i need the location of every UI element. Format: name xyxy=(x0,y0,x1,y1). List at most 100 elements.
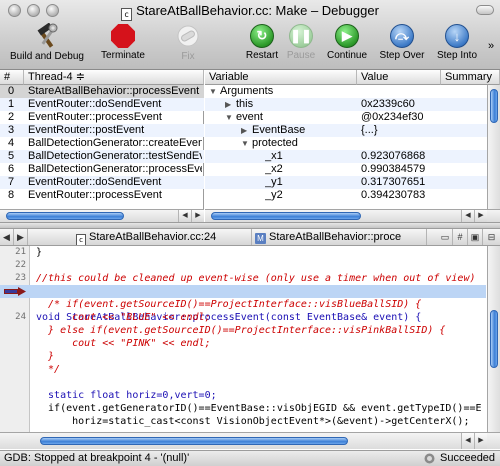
code-line: } else if(event.getSourceID()==ProjectIn… xyxy=(0,324,486,337)
scroll-left-arrow-icon[interactable]: ◀ xyxy=(461,433,474,449)
scroll-left-arrow-icon[interactable]: ◀ xyxy=(461,210,474,222)
summary-column-header[interactable]: Summary xyxy=(441,70,500,85)
build-and-debug-label: Build and Debug xyxy=(10,51,84,62)
frame-number: 1 xyxy=(8,98,15,110)
variables-vertical-scrollbar[interactable] xyxy=(487,85,500,209)
frame-number: 4 xyxy=(8,137,15,149)
code-comment: } else if(event.getSourceID()==ProjectIn… xyxy=(36,325,446,336)
terminate-label: Terminate xyxy=(101,50,145,61)
scroll-right-arrow-icon[interactable]: ▶ xyxy=(191,210,204,222)
scroll-thumb[interactable] xyxy=(490,310,498,368)
value-column-header[interactable]: Value xyxy=(357,70,441,85)
build-and-debug-button[interactable]: Build and Debug xyxy=(6,23,88,62)
restart-button[interactable]: ↻ Restart xyxy=(240,23,284,61)
variable-row[interactable]: ▼ protected xyxy=(205,137,487,150)
variable-name: _y2 xyxy=(265,189,283,201)
step-over-label: Step Over xyxy=(379,50,425,61)
stack-horizontal-scrollbar[interactable]: ◀ ▶ xyxy=(0,209,204,222)
step-into-button[interactable]: ↓ Step Into xyxy=(432,23,482,61)
stack-frame-row[interactable]: 6 BallDetectionGenerator::processEvent xyxy=(0,163,204,176)
scroll-thumb[interactable] xyxy=(211,212,361,220)
split-editor-icon[interactable]: ⊟ xyxy=(483,229,500,245)
step-over-icon: ⤼ xyxy=(390,24,414,48)
toolbar-overflow-icon[interactable]: » xyxy=(484,40,498,52)
function-popup[interactable]: M StareAtBallBehavior::proce xyxy=(253,229,427,245)
bookmarks-icon[interactable]: ▭ xyxy=(438,229,453,245)
build-result-text: Succeeded xyxy=(440,452,496,464)
c-file-icon: c xyxy=(121,8,133,21)
file-history-popup[interactable]: c StareAtBallBehavior.cc:24 xyxy=(74,229,252,245)
window-title-text: StareAtBallBehavior.cc: Make – Debugger xyxy=(136,3,379,18)
code-line: cout << "BLUE" << endl; xyxy=(0,311,486,324)
stack-frame-row[interactable]: 5 BallDetectionGenerator::testSendEvent xyxy=(0,150,204,163)
scroll-right-arrow-icon[interactable]: ▶ xyxy=(474,210,487,222)
disclosure-triangle-icon[interactable]: ▼ xyxy=(225,111,236,124)
variable-name: Arguments xyxy=(220,85,274,97)
variable-row[interactable]: ▶ this 0x2339c60 xyxy=(205,98,487,111)
title-bar: c StareAtBallBehavior.cc: Make – Debugger xyxy=(0,0,500,22)
stack-frame-row[interactable]: 7 EventRouter::doSendEvent xyxy=(0,176,204,189)
source-editor[interactable]: 21} 22 23 //this could be cleaned up even… xyxy=(0,246,500,432)
fix-button[interactable]: Fix xyxy=(166,23,210,62)
disclosure-triangle-icon[interactable]: ▶ xyxy=(241,124,252,137)
restart-label: Restart xyxy=(245,50,279,61)
thread-selector-popup[interactable]: Thread-4 ≑ xyxy=(24,70,204,85)
code-text: static float horiz=0,vert=0; xyxy=(36,390,217,401)
continue-button[interactable]: ▶ Continue xyxy=(322,23,372,61)
frame-function: StareAtBallBehavior::processEvent xyxy=(28,85,200,97)
variable-row[interactable]: _y1 0.317307651 xyxy=(205,176,487,189)
frame-number: 3 xyxy=(8,124,15,136)
stack-frame-row[interactable]: 0 StareAtBallBehavior::processEvent xyxy=(0,85,204,98)
editor-horizontal-scrollbar[interactable]: ◀ ▶ xyxy=(0,432,500,449)
code-comment: cout << "PINK" << endl; xyxy=(36,338,211,349)
terminate-button[interactable]: Terminate xyxy=(94,23,152,61)
variable-row[interactable]: _x1 0.923076868 xyxy=(205,150,487,163)
disclosure-triangle-icon[interactable]: ▼ xyxy=(241,137,252,150)
function-popup-label: StareAtBallBehavior::proce xyxy=(269,231,402,243)
variable-row[interactable]: ▼ event @0x234ef30 xyxy=(205,111,487,124)
variable-row[interactable]: ▶ EventBase {...} xyxy=(205,124,487,137)
step-over-button[interactable]: ⤼ Step Over xyxy=(376,23,428,61)
step-into-label: Step Into xyxy=(436,50,478,61)
disclosure-triangle-icon[interactable]: ▼ xyxy=(209,85,220,98)
code-text: } xyxy=(36,247,43,258)
status-message: GDB: Stopped at breakpoint 4 - '(null)' xyxy=(4,452,190,464)
variables-horizontal-scrollbar[interactable]: ◀ ▶ xyxy=(205,209,500,222)
frame-function: BallDetectionGenerator::createEvent xyxy=(28,137,202,149)
variable-column-header[interactable]: Variable xyxy=(205,70,357,85)
lock-icon[interactable]: ▣ xyxy=(468,229,483,245)
editor-vertical-scrollbar[interactable] xyxy=(487,246,500,432)
forward-arrow-icon[interactable]: ▶ xyxy=(14,229,28,245)
stack-frame-row[interactable]: 2 EventRouter::processEvent xyxy=(0,111,204,124)
stack-frame-row[interactable]: 3 EventRouter::postEvent xyxy=(0,124,204,137)
code-comment: } xyxy=(36,351,55,362)
stack-frame-row[interactable]: 4 BallDetectionGenerator::createEvent xyxy=(0,137,204,150)
stack-frame-table: # Thread-4 ≑ 0 StareAtBallBehavior::proce… xyxy=(0,70,204,222)
frame-number-header[interactable]: # xyxy=(0,70,24,85)
frame-function: EventRouter::processEvent xyxy=(28,111,162,123)
scroll-thumb[interactable] xyxy=(6,212,124,220)
scroll-right-arrow-icon[interactable]: ▶ xyxy=(474,433,487,449)
disclosure-triangle-icon[interactable]: ▶ xyxy=(225,98,236,111)
variable-row[interactable]: _x2 0.990384579 xyxy=(205,163,487,176)
pane-splitter[interactable] xyxy=(0,222,500,229)
variable-name: _x2 xyxy=(265,163,283,175)
pause-button[interactable]: ❚❚ Pause xyxy=(284,23,318,61)
frame-function: BallDetectionGenerator::testSendEvent xyxy=(28,150,202,162)
toolbar-toggle-button[interactable] xyxy=(476,5,494,15)
scroll-thumb[interactable] xyxy=(490,89,498,123)
back-arrow-icon[interactable]: ◀ xyxy=(0,229,14,245)
code-line: cout << "PINK" << endl; xyxy=(0,337,486,350)
scroll-left-arrow-icon[interactable]: ◀ xyxy=(178,210,191,222)
variables-table: Variable Value Summary ▼ Arguments ▶ this 0… xyxy=(205,70,500,222)
code-line: 21} xyxy=(0,246,486,259)
frame-number: 6 xyxy=(8,163,15,175)
frame-number: 2 xyxy=(8,111,15,123)
stack-frame-row[interactable]: 8 EventRouter::processEvent xyxy=(0,189,204,202)
counterpart-icon[interactable]: # xyxy=(453,229,468,245)
stack-frame-row[interactable]: 1 EventRouter::doSendEvent xyxy=(0,98,204,111)
scroll-thumb[interactable] xyxy=(40,437,348,445)
variable-row[interactable]: ▼ Arguments xyxy=(205,85,487,98)
current-execution-line: 24 void StareAtBallBehavior::processEvent… xyxy=(0,285,486,323)
variable-row[interactable]: _y2 0.394230783 xyxy=(205,189,487,202)
